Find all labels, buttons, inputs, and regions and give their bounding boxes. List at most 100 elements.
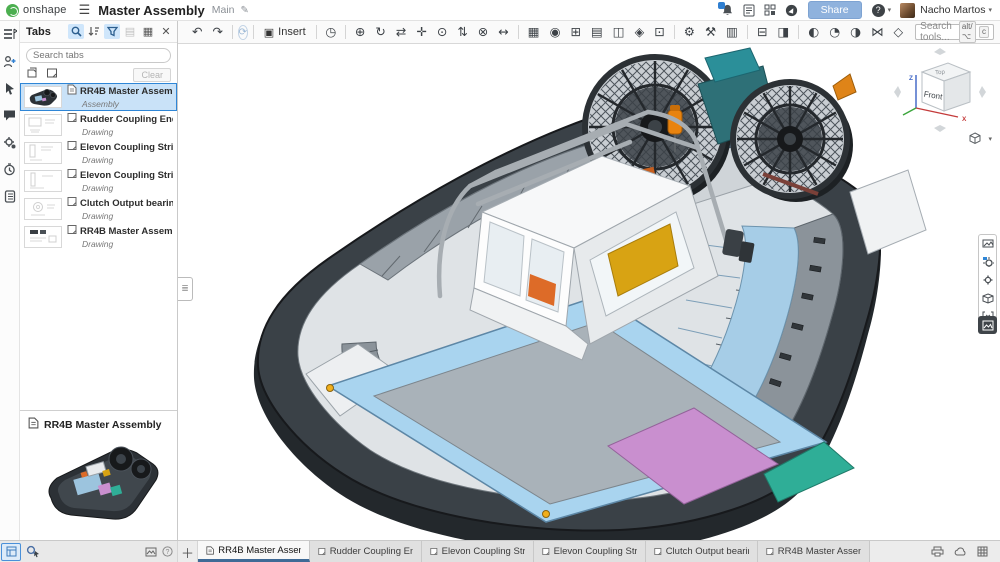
appearance-icon[interactable]: ◇ (890, 25, 908, 40)
planar-mate-icon[interactable]: ✛ (412, 25, 430, 40)
main-menu-icon[interactable]: ☰ (79, 3, 91, 18)
bom-table-icon[interactable]: ⊟ (753, 25, 771, 40)
transparency-icon[interactable]: ◑ (846, 25, 865, 40)
redo-button[interactable]: ↷ (208, 25, 226, 40)
circular-pattern-icon[interactable]: ◫ (609, 25, 629, 40)
release-tasks-icon[interactable] (743, 4, 755, 17)
named-positions-icon[interactable]: ◨ (773, 25, 793, 40)
cylindrical-mate-icon[interactable]: ⊙ (433, 25, 451, 40)
replicate-icon[interactable]: ⊞ (567, 25, 585, 40)
annotate-cursor-icon[interactable] (2, 80, 18, 96)
mate-connector-icon[interactable]: ◉ (546, 25, 565, 40)
share-button[interactable]: Share (808, 1, 862, 19)
notebook-icon[interactable] (2, 188, 18, 204)
onshape-logo[interactable]: onshape (6, 4, 67, 17)
search-tabs-icon[interactable] (68, 24, 84, 39)
manage-tabs-icon[interactable] (2, 26, 18, 42)
part-properties-icon[interactable] (980, 291, 995, 305)
help-button[interactable]: ? (872, 4, 885, 17)
graphics-viewport[interactable]: Top Front Z X ▾ (178, 44, 1000, 540)
doc-tab-drawing[interactable]: Elevon Coupling Strip D... (422, 541, 534, 562)
revolute-mate-icon[interactable]: ↻ (371, 25, 389, 40)
learning-center-icon[interactable] (785, 4, 798, 17)
isolate-icon[interactable]: ⋈ (867, 25, 888, 40)
pin-slot-mate-icon[interactable]: ⇅ (453, 25, 471, 40)
assembly-doc-icon (67, 84, 77, 98)
grid-keypad-icon[interactable] (977, 546, 988, 557)
undo-button[interactable]: ↶ (188, 25, 206, 40)
clear-filters-button[interactable]: Clear (133, 68, 171, 82)
versions-history-icon[interactable] (2, 161, 18, 177)
gear-relation-icon[interactable]: ⚒ (701, 25, 720, 40)
new-tab-button[interactable]: ＋ (178, 541, 198, 562)
hidden-instances-icon[interactable]: ◔ (825, 25, 844, 40)
rack-pinion-icon[interactable]: ▥ (722, 25, 742, 40)
tab-item-drawing[interactable]: RR4B Master Assembly Dr Drawing (20, 223, 177, 251)
onshape-app: onshape ☰ Master Assembly Main ✎ Share ?… (0, 0, 1000, 562)
doc-tab-drawing[interactable]: Elevon Coupling Strip D... (534, 541, 646, 562)
doc-tab-drawing[interactable]: Rudder Coupling End D... (310, 541, 422, 562)
search-tabs-field[interactable] (26, 48, 171, 63)
follow-mode-icon[interactable] (2, 53, 18, 69)
comments-icon[interactable] (2, 107, 18, 123)
ball-mate-icon[interactable]: ⊗ (474, 25, 492, 40)
custom-features-icon[interactable] (980, 273, 995, 287)
tab-item-assembly[interactable]: RR4B Master Assembly Assembly (20, 83, 177, 111)
assembly-filter-icon[interactable] (26, 67, 38, 82)
fan-right[interactable] (733, 74, 856, 202)
help-info-icon[interactable]: ? (162, 546, 173, 557)
detail-view-icon[interactable]: ▦ (140, 24, 156, 39)
app-store-icon[interactable] (764, 4, 776, 16)
sort-tabs-icon[interactable] (86, 24, 102, 39)
doc-tab-drawing[interactable]: RR4B Master Assembly... (758, 541, 870, 562)
tab-item-name: Elevon Coupling Strip Draw (80, 142, 173, 153)
group-icon[interactable]: ▦ (524, 25, 544, 40)
linear-pattern-icon[interactable]: ▤ (587, 25, 607, 40)
history-icon[interactable]: ◷ (321, 25, 340, 40)
doc-tab-drawing[interactable]: Clutch Output bearing p... (646, 541, 758, 562)
close-panel-icon[interactable]: ✕ (158, 24, 174, 39)
tab-item-drawing[interactable]: Rudder Coupling End Draw Drawing (20, 111, 177, 139)
list-view-icon[interactable]: ▤ (122, 24, 138, 39)
assembly-3d-model[interactable] (178, 44, 1000, 540)
view-cube[interactable]: Top Front Z X (894, 48, 986, 132)
parallel-mate-icon[interactable]: ↔ (494, 25, 512, 40)
section-view-icon[interactable]: ◐ (804, 25, 823, 40)
view-options-button[interactable]: ▾ (968, 132, 992, 145)
tab-thumbnail (24, 170, 62, 192)
tab-item-drawing[interactable]: Elevon Coupling Strip Draw Drawing (20, 139, 177, 167)
pattern-icon[interactable]: ◈ (631, 25, 649, 40)
onshape-logo-text: onshape (23, 4, 67, 16)
document-title: Master Assembly (98, 3, 204, 18)
panel-toggle-button[interactable] (1, 543, 21, 561)
exploded-view-icon[interactable]: ⊡ (650, 25, 668, 40)
thumbnail-toggle-icon[interactable] (145, 547, 157, 557)
user-avatar[interactable] (900, 3, 915, 18)
workspace-branch-label[interactable]: Main (212, 4, 235, 16)
rename-pencil-icon[interactable]: ✎ (241, 5, 249, 16)
insert-button[interactable]: ▣ Insert (259, 25, 311, 40)
drawing-filter-icon[interactable] (46, 67, 58, 82)
tab-panel-handle[interactable]: ≣ (178, 277, 193, 301)
print-icon[interactable] (931, 546, 944, 557)
user-menu-caret-icon[interactable]: ▾ (988, 6, 992, 14)
doc-tab-assembly[interactable]: RR4B Master Assembly (198, 541, 310, 562)
appearance-panel-icon[interactable] (978, 316, 997, 334)
slider-mate-icon[interactable]: ⇄ (392, 25, 410, 40)
zoom-select-icon[interactable] (26, 545, 40, 558)
tab-preview-panel[interactable]: RR4B Master Assembly (20, 410, 177, 540)
configurations-icon[interactable] (980, 255, 995, 269)
filter-tabs-icon[interactable] (104, 24, 120, 39)
render-options-icon[interactable] (980, 237, 995, 251)
tab-item-drawing[interactable]: Clutch Output bearing plate Drawing (20, 195, 177, 223)
notifications-bell-icon[interactable] (721, 4, 734, 17)
fastened-mate-icon[interactable]: ⊕ (351, 25, 369, 40)
search-tabs-input[interactable] (33, 50, 164, 61)
belt-mate-icon[interactable]: ⚙ (680, 25, 699, 40)
cloud-icon[interactable] (954, 547, 967, 557)
tab-item-drawing[interactable]: Elevon Coupling Strip Draw Drawing (20, 167, 177, 195)
help-caret-icon[interactable]: ▾ (888, 6, 892, 14)
integrations-icon[interactable] (2, 134, 18, 150)
user-name-label[interactable]: Nacho Martos (920, 4, 985, 16)
search-tools-box[interactable]: Search tools... alt/⌥ c (915, 24, 994, 40)
